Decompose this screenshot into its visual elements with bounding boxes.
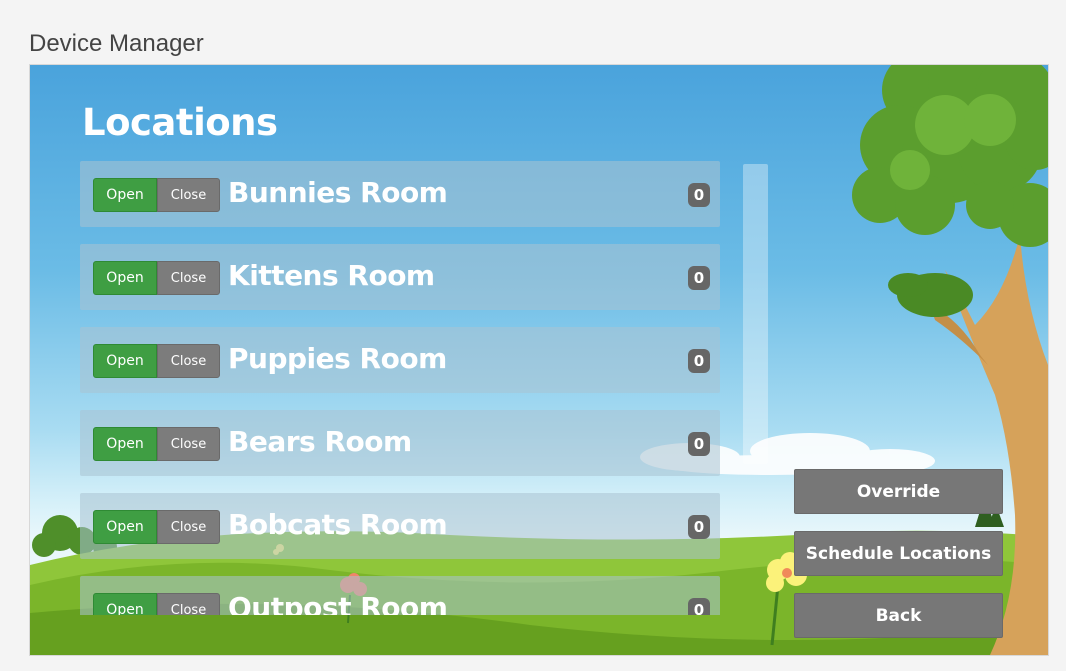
- location-name: Bobcats Room: [228, 508, 448, 541]
- check-in-screen: Locations Open Close Bunnies Room 0 Open…: [29, 64, 1049, 656]
- location-name: Outpost Room: [228, 591, 448, 615]
- location-row: Open Close Kittens Room 0: [80, 244, 720, 310]
- close-button[interactable]: Close: [157, 261, 220, 295]
- close-button[interactable]: Close: [157, 427, 220, 461]
- list-scrollbar[interactable]: [743, 164, 768, 464]
- location-row: Open Close Outpost Room 0: [80, 576, 720, 615]
- open-button[interactable]: Open: [93, 261, 157, 295]
- open-button[interactable]: Open: [93, 510, 157, 544]
- attendance-count-badge: 0: [688, 266, 710, 290]
- location-list: Open Close Bunnies Room 0 Open Close Kit…: [80, 161, 720, 615]
- location-name: Bears Room: [228, 425, 412, 458]
- locations-heading: Locations: [82, 101, 278, 144]
- location-name: Puppies Room: [228, 342, 447, 375]
- open-button[interactable]: Open: [93, 593, 157, 615]
- location-name: Bunnies Room: [228, 176, 448, 209]
- attendance-count-badge: 0: [688, 349, 710, 373]
- close-button[interactable]: Close: [157, 510, 220, 544]
- open-button[interactable]: Open: [93, 344, 157, 378]
- location-row: Open Close Bobcats Room 0: [80, 493, 720, 559]
- close-button[interactable]: Close: [157, 344, 220, 378]
- open-button[interactable]: Open: [93, 178, 157, 212]
- open-button[interactable]: Open: [93, 427, 157, 461]
- page-title: Device Manager: [29, 30, 204, 57]
- close-button[interactable]: Close: [157, 593, 220, 615]
- tree-foliage: [852, 65, 1048, 247]
- location-row: Open Close Bears Room 0: [80, 410, 720, 476]
- close-button[interactable]: Close: [157, 178, 220, 212]
- attendance-count-badge: 0: [688, 598, 710, 615]
- location-row: Open Close Bunnies Room 0: [80, 161, 720, 227]
- location-row: Open Close Puppies Room 0: [80, 327, 720, 393]
- attendance-count-badge: 0: [688, 515, 710, 539]
- back-button[interactable]: Back: [794, 593, 1003, 638]
- schedule-locations-button[interactable]: Schedule Locations: [794, 531, 1003, 576]
- override-button[interactable]: Override: [794, 469, 1003, 514]
- branch-leaves: [888, 273, 973, 317]
- attendance-count-badge: 0: [688, 432, 710, 456]
- attendance-count-badge: 0: [688, 183, 710, 207]
- location-name: Kittens Room: [228, 259, 435, 292]
